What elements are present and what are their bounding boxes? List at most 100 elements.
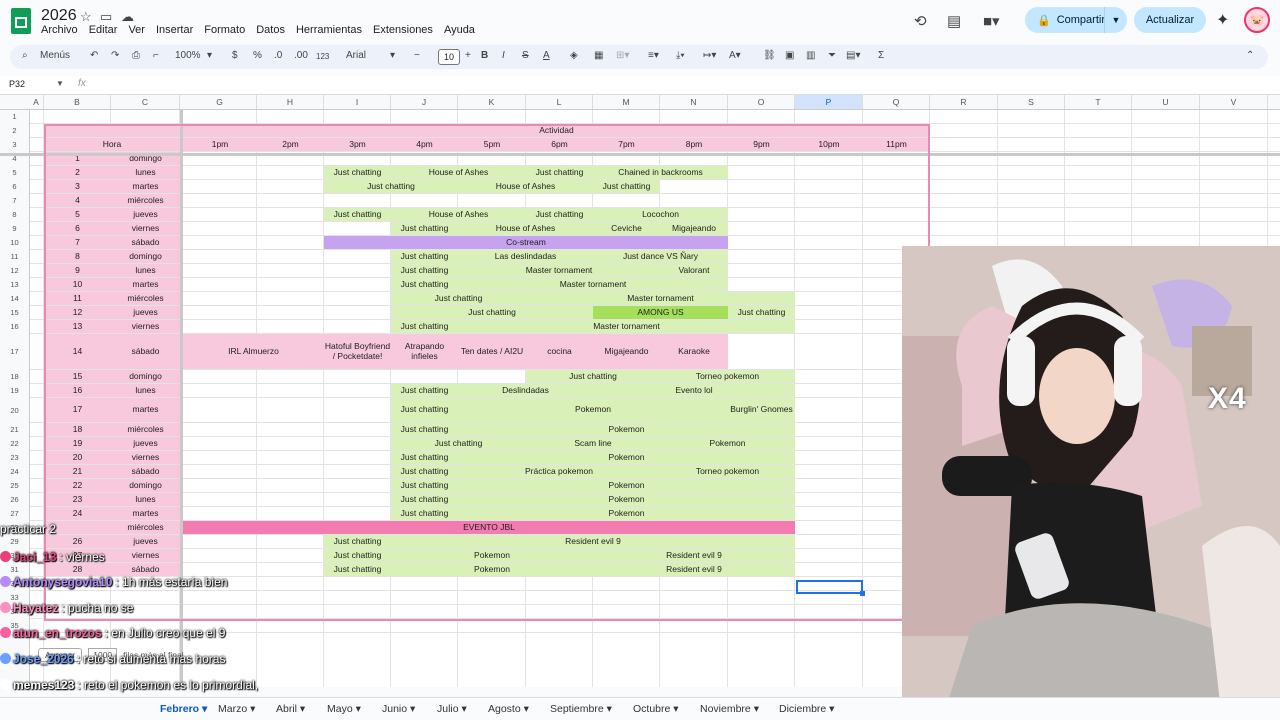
borders-icon[interactable]: ▦ [594,50,603,61]
column-header-o[interactable]: O [728,95,795,109]
paint-format-icon[interactable]: ⌐ [153,50,159,61]
column-header-c[interactable]: C [111,95,180,109]
event-block[interactable]: Just chatting [526,166,593,179]
decrease-decimal[interactable]: .0 [274,50,282,61]
history-icon[interactable]: ⟲ [914,12,927,30]
gemini-icon[interactable]: ✦ [1216,10,1229,30]
day-name[interactable]: jueves [111,208,180,221]
tab-mayo[interactable]: Mayo ▾ [327,703,361,715]
header-bg-hora[interactable] [44,124,180,137]
event-block[interactable]: House of Ashes [458,180,593,193]
tab-junio[interactable]: Junio ▾ [382,703,415,715]
row-header-25[interactable]: 25 [0,479,29,493]
event-block[interactable]: Just chatting [324,180,458,193]
day-name[interactable]: martes [111,398,180,422]
header-hour[interactable]: 6pm [526,138,593,151]
day-number[interactable]: 17 [44,398,111,422]
header-hour[interactable]: 8pm [660,138,728,151]
row-header-13[interactable]: 13 [0,278,29,292]
event-block[interactable]: AMONG US [593,306,728,319]
font-dropdown-icon[interactable]: ▾ [390,50,395,61]
day-name[interactable]: viernes [111,222,180,235]
event-block[interactable]: IRL Almuerzo [183,334,324,369]
event-block[interactable]: Pokemon [458,507,795,520]
column-header-l[interactable]: L [526,95,593,109]
menu-editar[interactable]: Editar [89,24,118,36]
event-block[interactable]: Master tornament [458,278,728,291]
collapse-toolbar-icon[interactable]: ⌃ [1246,50,1254,61]
insert-comment-icon[interactable]: ▣ [785,50,794,61]
tab-marzo[interactable]: Marzo ▾ [218,703,255,715]
event-block[interactable]: Master tornament [458,264,660,277]
text-color-icon[interactable]: A [543,50,550,61]
align-horizontal-icon[interactable]: ≡▾ [648,50,659,61]
event-block[interactable]: Co-stream [324,236,728,249]
column-header-g[interactable]: G [183,95,257,109]
day-number[interactable]: 2 [44,166,111,179]
menu-extensiones[interactable]: Extensiones [373,24,433,36]
day-number[interactable]: 11 [44,292,111,305]
column-header-h[interactable]: H [257,95,324,109]
name-box-dropdown-icon[interactable]: ▼ [56,79,64,88]
row-header-15[interactable]: 15 [0,306,29,320]
header-hour[interactable]: 4pm [391,138,458,151]
column-header-p[interactable]: P [795,95,863,109]
header-hour[interactable]: 10pm [795,138,863,151]
event-block[interactable]: Just chatting [391,250,458,263]
event-block[interactable]: Just chatting [391,437,526,450]
menu-insertar[interactable]: Insertar [156,24,193,36]
day-number[interactable]: 20 [44,451,111,464]
star-icon[interactable]: ☆ [80,9,92,25]
avatar[interactable]: 🐷 [1244,7,1270,33]
day-name[interactable]: jueves [111,306,180,319]
day-name[interactable]: martes [111,180,180,193]
event-block[interactable]: Karaoke [660,334,728,369]
insert-chart-icon[interactable]: ▥ [806,50,815,61]
menu-ver[interactable]: Ver [128,24,145,36]
align-vertical-icon[interactable]: ⤓▾ [676,50,685,61]
header-hour[interactable]: 1pm [183,138,257,151]
menu-ayuda[interactable]: Ayuda [444,24,475,36]
event-block[interactable]: Las deslindadas [458,250,593,263]
comments-icon[interactable]: ▤ [947,12,961,30]
column-header-v[interactable]: V [1200,95,1268,109]
event-block[interactable]: Just chatting [391,451,458,464]
text-rotation-icon[interactable]: A▾ [729,50,741,61]
day-name[interactable]: miércoles [111,292,180,305]
update-button[interactable]: Actualizar [1134,7,1206,33]
event-block[interactable]: Just chatting [391,465,458,478]
event-block[interactable]: Atrapando infieles [391,334,458,369]
event-block[interactable]: Just chatting [526,208,593,221]
event-block[interactable]: Migajeando [593,334,660,369]
text-wrap-icon[interactable]: ↦▾ [703,50,716,61]
day-name[interactable]: viernes [111,451,180,464]
header-hour[interactable]: 2pm [257,138,324,151]
move-folder-icon[interactable]: ▭ [100,9,112,25]
undo-icon[interactable]: ↶ [90,50,98,61]
column-header-a[interactable]: A [29,95,44,109]
event-block[interactable]: Resident evil 9 [593,549,795,562]
day-name[interactable]: sábado [111,334,180,369]
strikethrough-icon[interactable]: S [522,50,529,61]
event-block[interactable]: Just chatting [391,398,458,422]
menu-archivo[interactable]: Archivo [41,24,78,36]
day-name[interactable]: lunes [111,384,180,397]
redo-icon[interactable]: ↷ [111,50,119,61]
event-block[interactable]: Master tornament [458,320,795,333]
document-title[interactable]: 2026 [41,7,77,25]
meet-icon[interactable]: ■▾ [983,12,1000,30]
font-select[interactable]: Arial [346,50,366,61]
menu-search-label[interactable]: Menús [40,50,70,61]
event-block[interactable]: Pokemon [458,451,795,464]
font-size-increase[interactable]: + [465,50,471,61]
event-block[interactable]: Deslindadas [458,384,593,397]
row-header-2[interactable]: 2 [0,124,29,138]
event-block[interactable]: Resident evil 9 [593,563,795,576]
event-block[interactable]: House of Ashes [391,208,526,221]
day-number[interactable]: 12 [44,306,111,319]
tab-diciembre[interactable]: Diciembre ▾ [779,703,834,715]
row-header-12[interactable]: 12 [0,264,29,278]
tab-noviembre[interactable]: Noviembre ▾ [700,703,759,715]
increase-decimal[interactable]: .00 [294,50,308,61]
day-number[interactable]: 21 [44,465,111,478]
